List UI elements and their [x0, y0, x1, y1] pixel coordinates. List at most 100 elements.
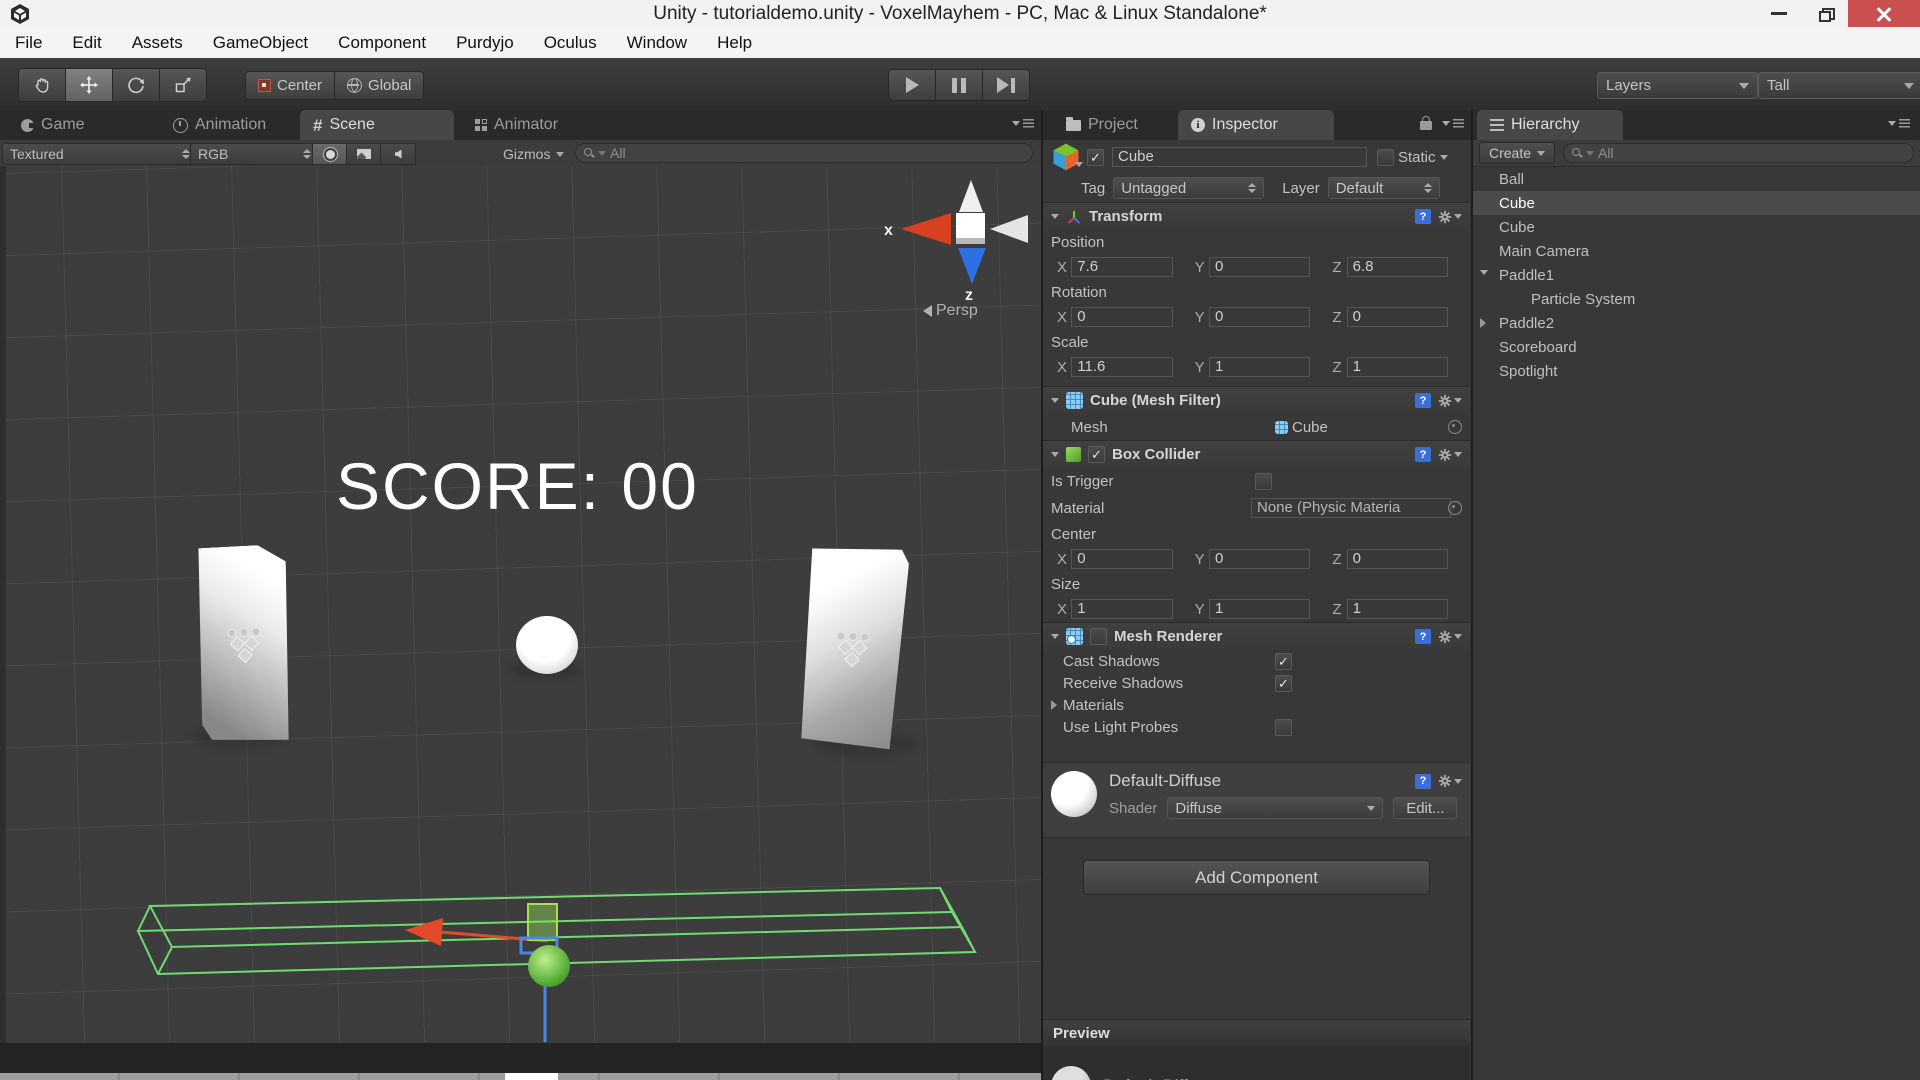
- play-button[interactable]: [888, 69, 936, 101]
- rotation-z-field[interactable]: 0: [1347, 307, 1448, 327]
- lighting-toggle-button[interactable]: [312, 143, 348, 165]
- close-button[interactable]: [1848, 0, 1920, 27]
- scene-search-input[interactable]: All: [575, 143, 1033, 163]
- shader-edit-button[interactable]: Edit...: [1393, 797, 1457, 819]
- scale-tool-button[interactable]: [160, 68, 207, 102]
- layout-dropdown[interactable]: Tall: [1758, 72, 1920, 99]
- size-x-field[interactable]: 1: [1071, 599, 1172, 619]
- size-z-field[interactable]: 1: [1347, 599, 1448, 619]
- layers-dropdown[interactable]: Layers: [1597, 72, 1758, 99]
- transform-header[interactable]: Transform: [1043, 202, 1470, 230]
- panel-divider[interactable]: [1471, 110, 1473, 1080]
- move-tool-button[interactable]: [66, 68, 113, 102]
- pan-tool-button[interactable]: [18, 68, 66, 102]
- scene-viewport[interactable]: SCORE: 00: [0, 166, 1041, 1043]
- position-z-field[interactable]: 6.8: [1347, 257, 1448, 277]
- foldout-collapsed-icon[interactable]: [1051, 700, 1057, 710]
- hierarchy-item-cube[interactable]: Cube: [1473, 215, 1920, 239]
- object-picker-icon[interactable]: [1448, 420, 1462, 434]
- position-y-field[interactable]: 0: [1209, 257, 1310, 277]
- gear-menu-button[interactable]: [1438, 394, 1462, 408]
- hierarchy-panel-menu-button[interactable]: [1888, 119, 1910, 128]
- foldout-expanded-icon[interactable]: [1051, 452, 1059, 457]
- box-collider-header[interactable]: Box Collider: [1043, 440, 1470, 468]
- mesh-filter-header[interactable]: Cube (Mesh Filter): [1043, 386, 1470, 414]
- size-y-field[interactable]: 1: [1209, 599, 1310, 619]
- use-light-probes-checkbox[interactable]: [1275, 719, 1292, 736]
- menu-purdyjo[interactable]: Purdyjo: [441, 33, 529, 53]
- gear-menu-button[interactable]: [1438, 630, 1462, 644]
- is-trigger-checkbox[interactable]: [1255, 473, 1272, 490]
- help-book-icon[interactable]: [1415, 629, 1431, 644]
- inspector-panel-menu-button[interactable]: [1442, 119, 1464, 128]
- center-y-field[interactable]: 0: [1209, 549, 1310, 569]
- mesh-renderer-header[interactable]: Mesh Renderer: [1043, 622, 1470, 650]
- menu-assets[interactable]: Assets: [117, 33, 198, 53]
- menu-gameobject[interactable]: GameObject: [198, 33, 323, 53]
- hierarchy-item-cube-selected[interactable]: Cube: [1473, 191, 1920, 215]
- scale-x-field[interactable]: 11.6: [1071, 357, 1172, 377]
- help-book-icon[interactable]: [1415, 209, 1431, 224]
- foldout-expanded-icon[interactable]: [1480, 270, 1488, 275]
- minimize-button[interactable]: [1756, 0, 1802, 27]
- rotate-tool-button[interactable]: [113, 68, 160, 102]
- audio-toggle-button[interactable]: [380, 143, 416, 165]
- gear-menu-button[interactable]: [1438, 210, 1462, 224]
- static-chevron-icon[interactable]: [1440, 155, 1448, 160]
- cast-shadows-checkbox[interactable]: [1275, 653, 1292, 670]
- hierarchy-search-input[interactable]: All: [1563, 143, 1914, 163]
- active-checkbox[interactable]: [1087, 149, 1104, 166]
- rotation-mode-button[interactable]: Global: [335, 71, 424, 100]
- tab-inspector[interactable]: Inspector: [1178, 110, 1334, 140]
- lock-icon[interactable]: [1420, 121, 1432, 130]
- hierarchy-item-particle-system[interactable]: Particle System: [1473, 287, 1920, 311]
- draw-mode-dropdown[interactable]: Textured: [2, 143, 198, 165]
- foldout-collapsed-icon[interactable]: [1480, 318, 1486, 328]
- tab-game[interactable]: Game: [8, 110, 98, 140]
- help-book-icon[interactable]: [1415, 774, 1431, 789]
- render-mode-dropdown[interactable]: RGB: [190, 143, 319, 165]
- pivot-mode-button[interactable]: Center: [245, 71, 335, 100]
- help-book-icon[interactable]: [1415, 447, 1431, 462]
- perspective-toggle[interactable]: Persp: [923, 302, 978, 320]
- menu-oculus[interactable]: Oculus: [529, 33, 612, 53]
- menu-file[interactable]: File: [0, 33, 57, 53]
- static-checkbox[interactable]: [1377, 149, 1394, 166]
- menu-edit[interactable]: Edit: [57, 33, 116, 53]
- gameobject-name-field[interactable]: Cube: [1112, 147, 1367, 167]
- scale-z-field[interactable]: 1: [1347, 357, 1448, 377]
- preview-bar[interactable]: Preview: [1043, 1019, 1470, 1046]
- create-button[interactable]: Create: [1479, 142, 1555, 164]
- foldout-expanded-icon[interactable]: [1051, 634, 1059, 639]
- layer-dropdown[interactable]: Default: [1328, 177, 1440, 199]
- hierarchy-item-main-camera[interactable]: Main Camera: [1473, 239, 1920, 263]
- tag-dropdown[interactable]: Untagged: [1113, 177, 1264, 199]
- tab-animator[interactable]: Animator: [462, 110, 571, 140]
- rotation-x-field[interactable]: 0: [1071, 307, 1172, 327]
- scale-y-field[interactable]: 1: [1209, 357, 1310, 377]
- materials-row[interactable]: Materials: [1043, 694, 1470, 716]
- hierarchy-item-scoreboard[interactable]: Scoreboard: [1473, 335, 1920, 359]
- tab-hierarchy[interactable]: Hierarchy: [1477, 110, 1623, 140]
- mesh-renderer-enabled-checkbox[interactable]: [1090, 628, 1107, 645]
- tab-project[interactable]: Project: [1053, 110, 1151, 140]
- center-x-field[interactable]: 0: [1071, 549, 1172, 569]
- physic-material-field[interactable]: None (Physic Materia: [1251, 498, 1451, 518]
- center-z-field[interactable]: 0: [1347, 549, 1448, 569]
- restore-button[interactable]: [1802, 0, 1848, 27]
- menu-help[interactable]: Help: [702, 33, 767, 53]
- object-picker-icon[interactable]: [1448, 501, 1462, 515]
- tab-animation[interactable]: Animation: [160, 110, 279, 140]
- shader-dropdown[interactable]: Diffuse: [1167, 797, 1383, 819]
- gear-menu-button[interactable]: [1438, 774, 1462, 788]
- tab-scene[interactable]: # Scene: [300, 110, 454, 140]
- panel-divider[interactable]: [1041, 110, 1043, 1080]
- add-component-button[interactable]: Add Component: [1083, 860, 1430, 895]
- position-x-field[interactable]: 7.6: [1071, 257, 1172, 277]
- rotation-y-field[interactable]: 0: [1209, 307, 1310, 327]
- menu-window[interactable]: Window: [612, 33, 702, 53]
- pause-button[interactable]: [936, 69, 983, 101]
- menu-component[interactable]: Component: [323, 33, 441, 53]
- gizmos-dropdown[interactable]: Gizmos: [495, 143, 575, 165]
- step-button[interactable]: [983, 69, 1030, 101]
